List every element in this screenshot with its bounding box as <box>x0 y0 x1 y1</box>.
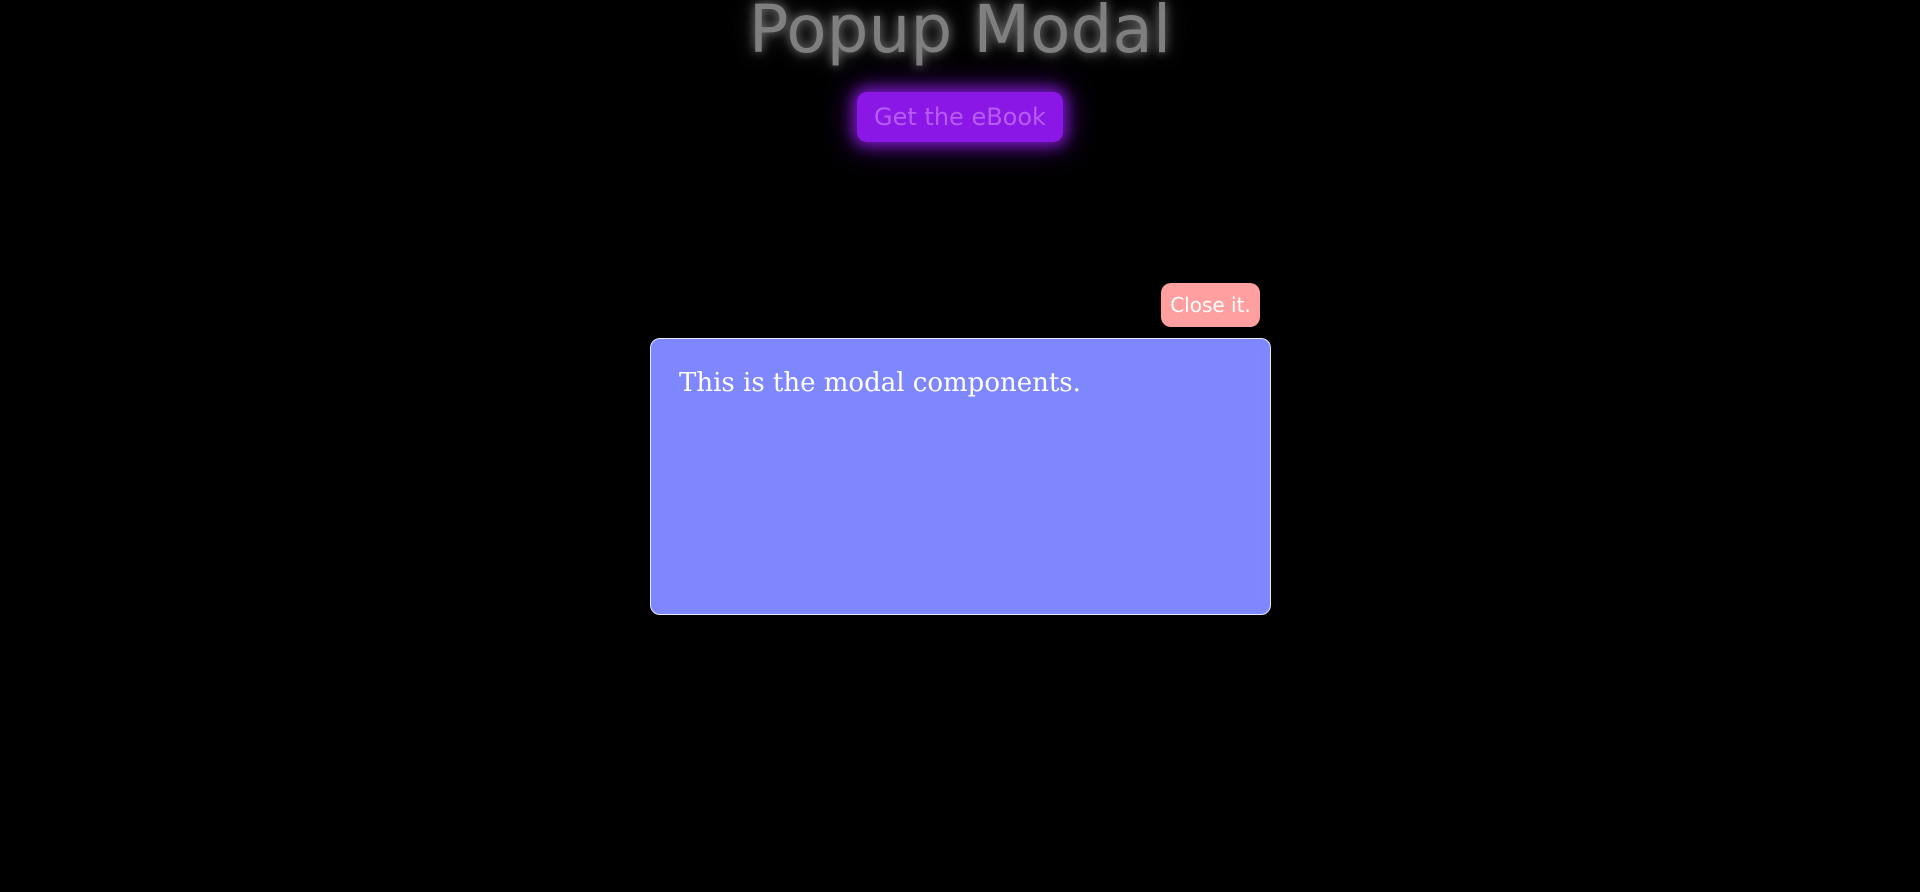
modal-body-text: This is the modal components. <box>679 368 1081 398</box>
modal-dialog: This is the modal components. <box>650 338 1271 615</box>
close-modal-button[interactable]: Close it. <box>1161 283 1260 327</box>
page-title: Popup Modal <box>748 0 1172 68</box>
get-ebook-button[interactable]: Get the eBook <box>857 92 1063 142</box>
